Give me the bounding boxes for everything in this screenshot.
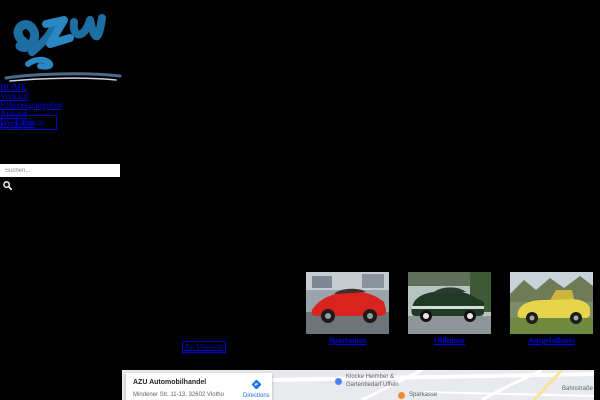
map-label-store-2: Gartenbedarf Uffeln [346, 382, 399, 388]
map-embed[interactable]: Klocke Heimber & Gartenbedarf Uffeln Spa… [122, 370, 594, 400]
overview-button[interactable]: Zur Übersicht [182, 341, 226, 353]
yellow-convertible-photo [510, 272, 593, 334]
nav-box: Kontakt [1, 115, 57, 130]
map-label-street: Bahnstraße [562, 386, 594, 392]
food-poi-icon[interactable] [398, 392, 405, 399]
tile-label-oldtimer[interactable]: Oldtimer [408, 336, 491, 345]
store-poi-icon[interactable] [335, 378, 342, 385]
azu-logo-icon [4, 14, 122, 82]
red-sportscar-photo [306, 272, 389, 334]
directions-link[interactable]: Directions [243, 393, 270, 399]
map-label-bank: Sparkasse [409, 392, 438, 398]
business-address: Mindener Str. 11-13, 32602 Vlotho [133, 392, 224, 398]
tile-label-ausgefallenes[interactable]: Ausgefallenes [510, 336, 593, 345]
nav-box-divider [16, 116, 17, 129]
search-icon[interactable] [3, 181, 12, 190]
tile-sportautos[interactable] [306, 272, 389, 334]
green-classic-car-photo [408, 272, 491, 334]
nav-item-kontakt[interactable]: Kontakt [22, 119, 45, 127]
business-name[interactable]: AZU Automobilhandel [133, 379, 206, 386]
map-info-card: AZU Automobilhandel Mindener Str. 11-13,… [126, 373, 272, 400]
azu-logo[interactable] [2, 4, 122, 84]
directions-icon[interactable] [252, 380, 261, 389]
tile-ausgefallenes[interactable] [510, 272, 593, 334]
map-label-store-1: Klocke Heimber & [346, 374, 395, 380]
tile-label-sportautos[interactable]: Sportautos [306, 336, 389, 345]
search-input[interactable] [0, 164, 120, 177]
tile-oldtimer[interactable] [408, 272, 491, 334]
